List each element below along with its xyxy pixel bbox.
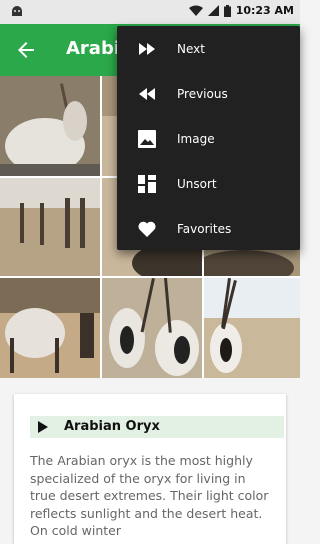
fast-forward-icon <box>139 42 155 55</box>
image-icon <box>138 129 156 148</box>
overflow-menu: Next Previous Image Unsort Favorites <box>117 26 300 250</box>
heart-icon <box>138 221 156 237</box>
grid-image[interactable] <box>0 178 100 276</box>
dashboard-icon <box>138 174 156 193</box>
menu-item-image[interactable]: Image <box>117 116 300 161</box>
info-card: Arabian Oryx The Arabian oryx is the mos… <box>14 394 286 544</box>
rewind-icon <box>139 87 155 100</box>
grid-image[interactable] <box>102 278 202 378</box>
grid-image[interactable] <box>0 76 100 176</box>
card-title: Arabian Oryx <box>64 419 160 434</box>
status-bar: 10:23 AM <box>0 0 300 24</box>
card-header[interactable]: Arabian Oryx <box>30 416 284 438</box>
menu-item-next[interactable]: Next <box>117 26 300 71</box>
signal-icon <box>207 5 219 16</box>
back-arrow-icon[interactable] <box>14 38 38 62</box>
menu-item-favorites[interactable]: Favorites <box>117 206 300 251</box>
play-icon[interactable] <box>38 421 48 433</box>
wifi-icon <box>188 5 203 16</box>
status-time: 10:23 AM <box>235 4 294 17</box>
grid-image[interactable] <box>0 278 100 378</box>
battery-icon <box>223 4 231 17</box>
grid-image[interactable] <box>204 278 300 378</box>
android-icon <box>12 6 22 16</box>
menu-item-unsort[interactable]: Unsort <box>117 161 300 206</box>
card-description: The Arabian oryx is the most highly spec… <box>30 453 269 538</box>
menu-item-previous[interactable]: Previous <box>117 71 300 116</box>
